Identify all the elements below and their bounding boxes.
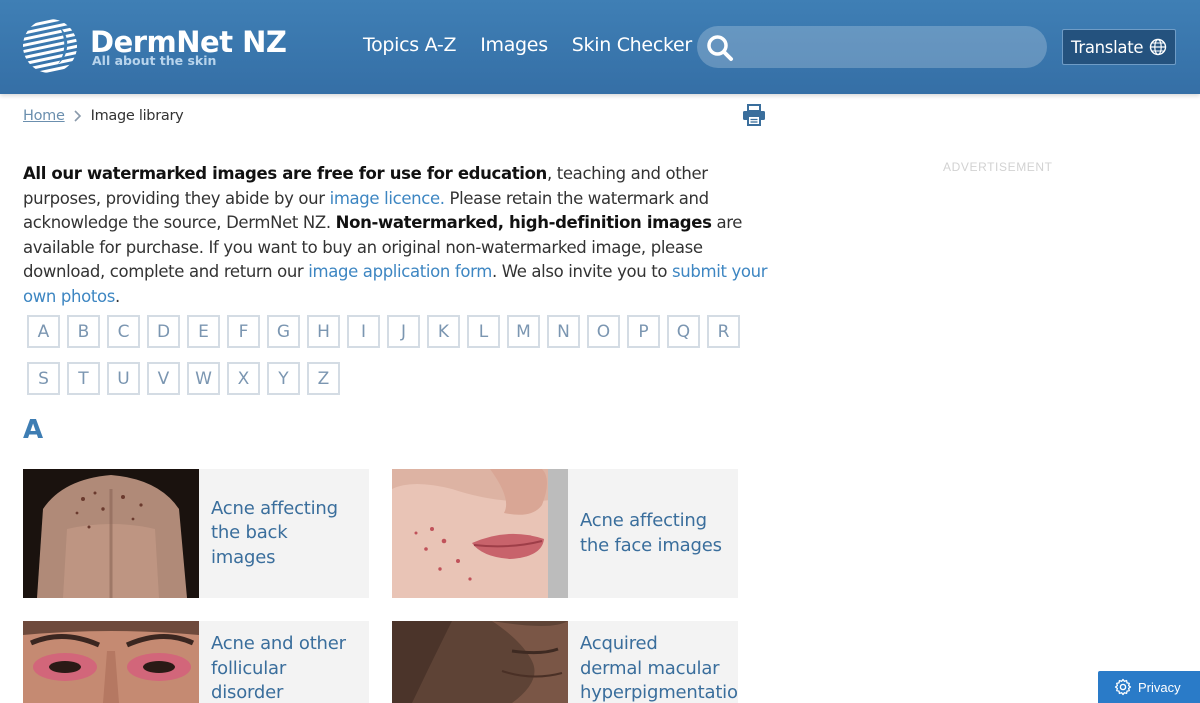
search-box[interactable]	[697, 26, 1047, 68]
letter-x[interactable]: X	[227, 362, 260, 395]
nav-topics-a-z[interactable]: Topics A-Z	[363, 34, 456, 56]
search-input[interactable]	[741, 31, 1031, 63]
letter-k[interactable]: K	[427, 315, 460, 348]
privacy-button[interactable]: Privacy	[1098, 671, 1200, 703]
thumbnail-image	[392, 469, 568, 598]
card-title[interactable]: Acquired dermal macular hyperpigmentation	[568, 621, 738, 703]
image-card[interactable]: Acne affecting the face images	[392, 469, 738, 598]
logo-globe-icon	[23, 19, 77, 73]
card-title[interactable]: Acne affecting the back images	[199, 469, 350, 598]
privacy-label: Privacy	[1138, 679, 1181, 695]
intro-text-5: .	[114, 286, 120, 306]
letter-q[interactable]: Q	[667, 315, 700, 348]
advertisement-label: ADVERTISEMENT	[943, 160, 1053, 174]
letter-p[interactable]: P	[627, 315, 660, 348]
letter-r[interactable]: R	[707, 315, 740, 348]
translate-button[interactable]: Translate	[1062, 29, 1176, 65]
letter-m[interactable]: M	[507, 315, 540, 348]
section-heading-a: A	[23, 415, 44, 445]
letter-s[interactable]: S	[27, 362, 60, 395]
letter-v[interactable]: V	[147, 362, 180, 395]
intro-bold-2: Non-watermarked, high-definition images	[335, 213, 712, 233]
letter-j[interactable]: J	[387, 315, 420, 348]
card-title-text: Acquired dermal macular hyperpigmentation	[580, 633, 738, 703]
letter-d[interactable]: D	[147, 315, 180, 348]
letter-y[interactable]: Y	[267, 362, 300, 395]
thumbnail-image	[23, 621, 199, 703]
site-header: DermNet NZ All about the skin Topics A-Z…	[0, 0, 1200, 94]
card-title-text: Acne affecting the face images	[580, 510, 722, 556]
printer-icon[interactable]	[742, 104, 766, 126]
letter-z[interactable]: Z	[307, 362, 340, 395]
translate-label: Translate	[1071, 37, 1144, 57]
letter-a[interactable]: A	[27, 315, 60, 348]
thumbnail-image	[23, 469, 199, 598]
letter-t[interactable]: T	[67, 362, 100, 395]
image-application-form-link[interactable]: image application form	[308, 262, 492, 281]
letter-c[interactable]: C	[107, 315, 140, 348]
letter-l[interactable]: L	[467, 315, 500, 348]
chevron-right-icon	[74, 110, 81, 122]
letter-i[interactable]: I	[347, 315, 380, 348]
card-title[interactable]: Acne and other follicular disorder	[199, 621, 358, 703]
letter-o[interactable]: O	[587, 315, 620, 348]
thumbnail-image	[392, 621, 568, 703]
letter-b[interactable]: B	[67, 315, 100, 348]
intro-paragraph: All our watermarked images are free for …	[23, 162, 768, 310]
letter-h[interactable]: H	[307, 315, 340, 348]
letter-g[interactable]: G	[267, 315, 300, 348]
image-licence-link[interactable]: image licence.	[330, 189, 445, 208]
globe-icon	[1150, 38, 1167, 56]
breadcrumb: Home Image library	[23, 108, 184, 124]
letter-w[interactable]: W	[187, 362, 220, 395]
image-card[interactable]: Acquired dermal macular hyperpigmentation	[392, 621, 738, 703]
intro-text-4: . We also invite you to	[491, 262, 673, 282]
intro-bold-1: All our watermarked images are free for …	[23, 164, 547, 183]
image-card[interactable]: Acne affecting the back images	[23, 469, 369, 598]
card-title[interactable]: Acne affecting the face images	[568, 469, 734, 598]
card-title-text: Acne and other follicular disorder	[211, 633, 346, 703]
nav-skin-checker[interactable]: Skin Checker	[572, 34, 692, 56]
image-card[interactable]: Acne and other follicular disorder	[23, 621, 369, 703]
letter-f[interactable]: F	[227, 315, 260, 348]
letter-u[interactable]: U	[107, 362, 140, 395]
card-title-text: Acne affecting the back images	[211, 497, 338, 568]
nav-images[interactable]: Images	[480, 34, 548, 56]
breadcrumb-home[interactable]: Home	[23, 108, 65, 124]
gear-icon	[1114, 678, 1132, 696]
letter-e[interactable]: E	[187, 315, 220, 348]
search-icon[interactable]	[706, 34, 734, 62]
breadcrumb-current: Image library	[90, 108, 184, 124]
main-nav: Topics A-Z Images Skin Checker	[363, 34, 692, 56]
letter-n[interactable]: N	[547, 315, 580, 348]
site-logo[interactable]: DermNet NZ All about the skin	[22, 18, 287, 74]
alphabet-index: ABCDEFGHIJKLMNOPQR STUVWXYZ	[27, 315, 757, 395]
